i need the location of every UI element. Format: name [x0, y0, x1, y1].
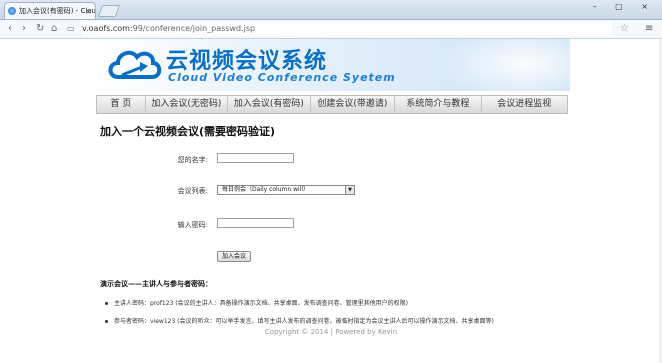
password-field[interactable] — [217, 218, 294, 228]
site-title-en: Cloud Video Conference Syetem — [168, 71, 396, 84]
meeting-list-selected: 每日例会（Daily column will） — [222, 186, 309, 193]
main-nav: 首 页 加入会议(无密码) 加入会议(有密码) 创建会议(带邀请) 系统简介与教… — [96, 95, 568, 114]
list-item: 参与者密码：view123 (会议的听众：可以举手发言，填写主讲人发布的调查问卷… — [105, 316, 494, 325]
nav-item-create-meeting[interactable]: 创建会议(带邀请) — [311, 96, 396, 113]
nav-item-home[interactable]: 首 页 — [97, 96, 146, 113]
bookmark-star-icon[interactable]: ☆ — [620, 22, 629, 36]
reload-icon[interactable]: ↻ — [36, 22, 44, 36]
page-favicon-icon — [8, 7, 16, 15]
browser-toolbar: ‹ › ↻ ⌂ ▭ v.oaofs.com:99/conference/join… — [0, 20, 662, 39]
url-host: v.oaofs.com — [82, 24, 130, 33]
list-item: 主讲人密码：prof123 (会议的主讲人：具备操作演示文档、共享桌面、发布调查… — [105, 298, 408, 307]
url-path: :99/conference/join_passwd.jsp — [129, 24, 256, 33]
cloud-logo-icon — [108, 50, 162, 79]
meeting-list-label: 会议列表: — [177, 187, 208, 195]
home-icon[interactable]: ⌂ — [51, 22, 57, 36]
name-field[interactable] — [217, 153, 294, 163]
bullet-icon — [105, 302, 108, 305]
tab-close-icon[interactable]: × — [85, 3, 92, 19]
demo-section-title: 演示会议——主讲人与参与者密码： — [100, 280, 212, 288]
password-label: 输入密码: — [177, 221, 208, 229]
demo-presenter-text: 主讲人密码：prof123 (会议的主讲人：具备操作演示文档、共享桌面、发布调查… — [114, 300, 408, 307]
chevron-down-icon: ▼ — [345, 186, 354, 194]
new-tab-button[interactable] — [97, 5, 121, 17]
nav-item-system-intro[interactable]: 系统简介与教程 — [395, 96, 482, 113]
nav-item-meeting-monitor[interactable]: 会议进程监视 — [482, 96, 567, 113]
nav-item-join-no-password[interactable]: 加入会议(无密码) — [146, 96, 229, 113]
nav-item-join-password[interactable]: 加入会议(有密码) — [228, 96, 311, 113]
meeting-list-select[interactable]: 每日例会（Daily column will） ▼ — [217, 185, 355, 195]
demo-viewer-text: 参与者密码：view123 (会议的听众：可以举手发言，填写主讲人发布的调查问卷… — [114, 318, 494, 325]
bullet-icon — [105, 320, 108, 323]
page-viewport: 云视频会议系统 Cloud Video Conference Syetem 首 … — [0, 39, 662, 363]
browser-menu-icon[interactable]: ≡ — [645, 22, 653, 36]
address-bar[interactable]: v.oaofs.com:99/conference/join_passwd.js… — [82, 22, 612, 36]
browser-tab[interactable]: 加入会议(有密码) - Clou × — [4, 2, 96, 19]
page-icon: ▭ — [67, 24, 75, 33]
browser-tabstrip: 加入会议(有密码) - Clou × – ▢ × — [0, 0, 662, 20]
name-label: 您的名字: — [177, 156, 208, 164]
back-icon[interactable]: ‹ — [8, 22, 12, 36]
window-controls[interactable]: – ▢ × — [593, 2, 656, 11]
site-banner: 云视频会议系统 Cloud Video Conference Syetem — [96, 39, 570, 91]
page-title: 加入一个云视频会议(需要密码验证) — [100, 125, 276, 138]
join-meeting-button[interactable]: 加入会议 — [217, 251, 251, 262]
forward-icon[interactable]: › — [22, 22, 26, 36]
page-footer: Copyright © 2014 | Powered by Kevin — [264, 328, 398, 336]
